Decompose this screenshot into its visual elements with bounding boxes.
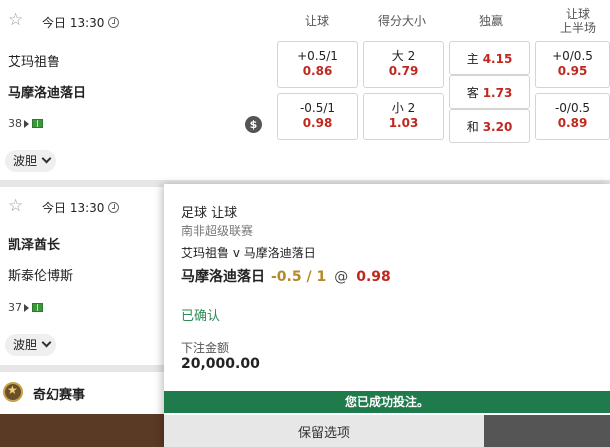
at-symbol: @: [334, 269, 349, 285]
column-header-totals: 得分大小: [377, 14, 426, 28]
bet-type: 足球 让球: [181, 206, 238, 221]
chevron-down-icon: [41, 337, 52, 348]
column-header-moneyline: 独赢: [478, 14, 503, 28]
fantasy-label: 奇幻赛事: [33, 388, 86, 403]
background-banner: [0, 414, 165, 447]
pitch-icon: [32, 303, 43, 312]
bodan-dropdown[interactable]: 波胆: [5, 334, 57, 356]
column-header-first-half: 让球 上半场: [559, 7, 596, 35]
home-team-name[interactable]: 凯泽酋长: [8, 234, 60, 253]
odds-under[interactable]: 小 2 1.03: [363, 93, 444, 140]
bet-status: 已确认: [181, 309, 221, 324]
away-team-name[interactable]: 马摩洛迪落日: [8, 82, 86, 101]
fantasy-section[interactable]: 奇幻赛事: [0, 372, 165, 414]
match-name: 艾玛祖鲁 v 马摩洛迪落日: [181, 246, 316, 260]
odds-first-half-away[interactable]: -0/0.5 0.89: [535, 93, 610, 140]
live-clock-icon: [108, 202, 120, 213]
favorite-star-icon[interactable]: ☆: [8, 198, 23, 215]
selection-team: 马摩洛迪落日: [181, 269, 265, 285]
selection-line: -0.5 / 1: [271, 269, 327, 285]
favorite-star-icon[interactable]: ☆: [8, 12, 23, 29]
league-name: 南非超级联赛: [181, 224, 254, 238]
more-markets-link[interactable]: 37: [8, 301, 43, 314]
more-markets-link[interactable]: 38: [8, 117, 43, 130]
chevron-down-icon: [41, 153, 52, 164]
cashout-icon[interactable]: $: [245, 116, 262, 133]
column-header-handicap: 让球: [304, 14, 329, 28]
odds-first-half-home[interactable]: +0/0.5 0.95: [535, 41, 610, 88]
live-clock-icon: [108, 17, 120, 28]
match-card-1: ☆ 今日 13:30 让球 得分大小 独赢 让球 上半场 艾玛祖鲁 马摩洛迪落日…: [0, 0, 610, 180]
odds-moneyline-home[interactable]: 主 4.15: [449, 41, 530, 75]
odds-over[interactable]: 大 2 0.79: [363, 41, 444, 88]
selection-odds: 0.98: [356, 269, 391, 285]
odds-handicap-away[interactable]: -0.5/1 0.98: [277, 93, 358, 140]
success-banner: 您已成功投注。: [164, 391, 610, 413]
stake-label: 下注金额: [181, 341, 230, 355]
done-button[interactable]: [484, 415, 610, 447]
odds-moneyline-away[interactable]: 客 1.73: [449, 75, 530, 109]
odds-handicap-home[interactable]: +0.5/1 0.86: [277, 41, 358, 88]
bodan-dropdown[interactable]: 波胆: [5, 150, 57, 172]
odds-moneyline-draw[interactable]: 和 3.20: [449, 109, 530, 143]
away-team-name[interactable]: 斯泰伦博斯: [8, 265, 73, 284]
bet-selection: 马摩洛迪落日 -0.5 / 1 @0.98: [181, 266, 391, 286]
keep-selections-button[interactable]: 保留选项: [164, 415, 484, 447]
match-time: 今日 13:30: [42, 14, 120, 31]
fantasy-logo-icon: [3, 382, 23, 402]
stake-amount: 20,000.00: [181, 356, 260, 372]
play-arrow-icon: [24, 304, 29, 312]
pitch-icon: [32, 119, 43, 128]
match-time: 今日 13:30: [42, 199, 120, 216]
bet-slip-panel: 足球 让球 南非超级联赛 艾玛祖鲁 v 马摩洛迪落日 马摩洛迪落日 -0.5 / …: [164, 184, 610, 447]
play-arrow-icon: [24, 120, 29, 128]
home-team-name[interactable]: 艾玛祖鲁: [8, 51, 60, 70]
